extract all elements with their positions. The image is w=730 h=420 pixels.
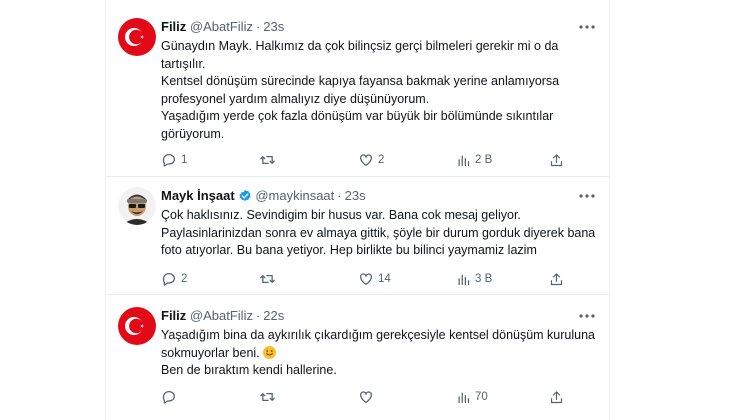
tweet-3[interactable]: Filiz @AbatFiliz · 22s Yaşadığım bina da a… xyxy=(106,295,609,420)
reply-button[interactable] xyxy=(161,388,181,406)
like-button[interactable] xyxy=(358,388,378,406)
tweet-line: Çok haklısınız. Sevindigim bir husus var… xyxy=(161,208,596,257)
retweet-button[interactable] xyxy=(259,151,280,169)
tweet-header: Filiz @AbatFiliz · 22s xyxy=(161,307,599,325)
avatar-filiz[interactable] xyxy=(118,18,156,56)
like-button[interactable]: 2 xyxy=(358,151,384,169)
tweet-text: Günaydın Mayk. Halkımız da çok bilinçsiz… xyxy=(161,38,599,143)
tweet-actions: 70 xyxy=(161,388,601,406)
views-icon xyxy=(458,155,470,166)
tweet-header: Mayk İnşaat @maykinsaat · 23s xyxy=(161,187,599,205)
separator-dot: · xyxy=(337,188,342,203)
user-handle[interactable]: @AbatFiliz xyxy=(190,19,253,34)
like-count: 2 xyxy=(378,154,385,166)
user-handle[interactable]: @maykinsaat xyxy=(255,188,334,203)
separator-dot: · xyxy=(255,19,261,34)
share-button[interactable] xyxy=(549,388,564,406)
display-name[interactable]: Filiz xyxy=(161,308,186,323)
views-count: 3 B xyxy=(475,273,493,285)
timestamp[interactable]: 22s xyxy=(263,308,284,323)
retweet-button[interactable] xyxy=(259,388,280,406)
like-button[interactable]: 14 xyxy=(358,270,391,288)
reply-icon xyxy=(162,391,175,404)
reply-icon xyxy=(162,154,175,167)
views-count: 70 xyxy=(475,391,488,403)
tweet-line: Yaşadığım bina da aykırılık çıkardığım g… xyxy=(161,327,599,362)
share-button[interactable] xyxy=(549,270,564,288)
tweet-line-text: Yaşadığım bina da aykırılık çıkardığım g… xyxy=(161,328,596,360)
more-icon[interactable] xyxy=(575,20,599,34)
reply-icon xyxy=(162,273,175,286)
display-name[interactable]: Mayk İnşaat xyxy=(161,188,235,203)
timestamp[interactable]: 23s xyxy=(263,19,284,34)
like-count: 14 xyxy=(378,273,391,285)
conversation-thread: Filiz @AbatFiliz · 23s Günaydın Mayk. Halk… xyxy=(105,0,610,420)
tweet-text: Çok haklısınız. Sevindigim bir husus var… xyxy=(161,207,599,260)
tweet-line: Yaşadığım yerde çok fazla dönüşüm var bü… xyxy=(161,109,554,141)
share-icon xyxy=(550,272,563,285)
tweet-line: Kentsel dönüşüm sürecinde kapıya fayansa… xyxy=(161,74,560,106)
timestamp[interactable]: 23s xyxy=(345,188,366,203)
retweet-button[interactable] xyxy=(259,270,280,288)
views-count: 2 B xyxy=(475,154,493,166)
more-icon[interactable] xyxy=(575,309,599,323)
share-button[interactable] xyxy=(549,151,564,169)
display-name[interactable]: Filiz xyxy=(161,19,186,34)
share-icon xyxy=(550,390,563,403)
retweet-icon xyxy=(260,275,275,283)
tweet-line: Günaydın Mayk. Halkımız da çok bilinçsiz… xyxy=(161,39,559,71)
smiling-face-emoji xyxy=(262,345,276,359)
tweet-line: Ben de bıraktım kendi hallerine. xyxy=(161,363,337,377)
tweet-2[interactable]: Mayk İnşaat @maykinsaat · 23s Çok haklısın… xyxy=(106,177,609,292)
separator-dot: · xyxy=(255,308,261,323)
reply-button[interactable]: 2 xyxy=(161,270,187,288)
retweet-icon xyxy=(260,393,275,401)
tweet-1[interactable]: Filiz @AbatFiliz · 23s Günaydın Mayk. Halk… xyxy=(106,0,609,175)
views-button[interactable]: 3 B xyxy=(456,270,492,288)
views-button[interactable]: 70 xyxy=(456,388,488,406)
retweet-icon xyxy=(260,156,275,164)
avatar-mayk-insaat[interactable] xyxy=(118,187,156,225)
like-icon xyxy=(360,391,372,403)
views-icon xyxy=(458,274,470,285)
tweet-actions: 1 2 2 B xyxy=(161,151,601,169)
reply-count: 2 xyxy=(181,273,188,285)
like-icon xyxy=(360,154,372,166)
tweet-text: Yaşadığım bina da aykırılık çıkardığım g… xyxy=(161,327,599,380)
views-icon xyxy=(458,392,470,403)
verified-badge-icon xyxy=(238,189,252,208)
reply-count: 1 xyxy=(181,154,188,166)
tweet-actions: 2 14 3 B xyxy=(161,270,601,288)
reply-button[interactable]: 1 xyxy=(161,151,187,169)
tweet-header: Filiz @AbatFiliz · 23s xyxy=(161,18,599,36)
user-handle[interactable]: @AbatFiliz xyxy=(190,308,253,323)
avatar-filiz[interactable] xyxy=(118,307,156,345)
more-icon[interactable] xyxy=(575,189,599,203)
share-icon xyxy=(550,153,563,166)
like-icon xyxy=(360,273,372,285)
views-button[interactable]: 2 B xyxy=(456,151,492,169)
